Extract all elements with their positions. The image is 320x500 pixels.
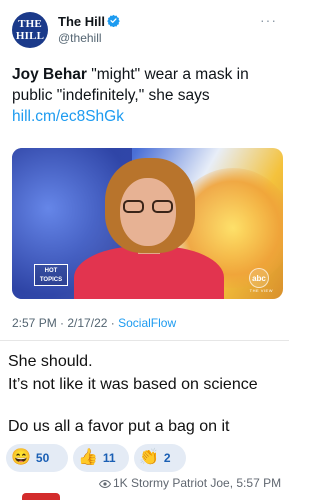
- reaction-count: 2: [163, 451, 171, 465]
- reaction-count: 50: [35, 451, 50, 465]
- tweet-date[interactable]: 2/17/22: [67, 316, 107, 330]
- meta-separator: ·: [56, 316, 68, 330]
- comment-line: She should.: [8, 353, 93, 370]
- show-logo: THE VIEW: [249, 288, 273, 293]
- avatar-text-line1: THE: [18, 17, 42, 30]
- the-hill-avatar[interactable]: THE HILL: [12, 12, 48, 48]
- seen-by-status[interactable]: 1K Stormy Patriot Joe, 5:57 PM: [99, 476, 281, 490]
- avatar-text-line2: HILL: [15, 29, 45, 42]
- tweet-text-bold: Joy Behar: [12, 66, 87, 83]
- glasses-icon: [123, 200, 173, 214]
- tweet-media-image[interactable]: HOT TOPICS abc THE VIEW: [12, 148, 283, 299]
- comment-line: Do us all a favor put a bag on it: [8, 418, 230, 435]
- abc-network-logo: abc: [249, 268, 269, 288]
- reaction-thumbs-up-button[interactable]: 👍 11: [73, 444, 129, 472]
- tweet-source[interactable]: SocialFlow: [118, 316, 176, 330]
- more-options-icon[interactable]: ···: [260, 12, 277, 28]
- tweet-text: Joy Behar "might" wear a mask in public …: [12, 64, 284, 127]
- reaction-clap-button[interactable]: 👏 2: [134, 444, 186, 472]
- clapping-hands-icon: 👏: [139, 449, 159, 466]
- embedded-tweet-card[interactable]: THE HILL The Hill @thehill ··· Joy Behar…: [0, 0, 289, 340]
- verified-badge-icon: [107, 14, 120, 27]
- hot-topics-badge: HOT TOPICS: [34, 264, 68, 286]
- author-handle[interactable]: @thehill: [58, 31, 102, 45]
- tweet-time[interactable]: 2:57 PM: [12, 316, 57, 330]
- divider: [0, 340, 289, 341]
- seen-by-text: 1K Stormy Patriot Joe, 5:57 PM: [113, 476, 282, 490]
- meta-separator-2: ·: [107, 316, 119, 330]
- eye-icon: [99, 479, 111, 488]
- tweet-link[interactable]: hill.cm/ec8ShGk: [12, 108, 124, 125]
- next-message-peek: [22, 493, 60, 500]
- reaction-count: 11: [102, 451, 116, 465]
- badge-line2: TOPICS: [39, 277, 63, 283]
- thumbs-up-icon: 👍: [78, 449, 98, 466]
- tweet-meta: 2:57 PM · 2/17/22 · SocialFlow: [12, 316, 176, 330]
- author-name[interactable]: The Hill: [58, 14, 105, 29]
- comment-line: It’s not like it was based on science: [8, 376, 258, 393]
- reaction-laugh-button[interactable]: 😄 50: [6, 444, 68, 472]
- laughing-face-icon: 😄: [11, 449, 31, 466]
- badge-line1: HOT: [44, 268, 58, 274]
